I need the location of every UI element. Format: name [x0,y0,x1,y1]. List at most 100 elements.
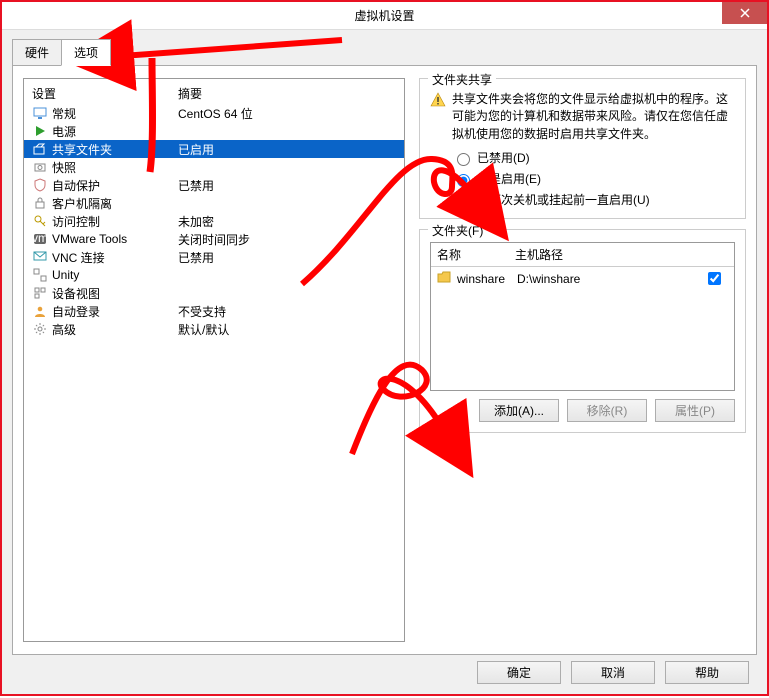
folders-col-name: 名称 [437,246,515,263]
row-name: 设备视图 [52,285,178,302]
client-area: 硬件 选项 设置 摘要 常规CentOS 64 位电源共享文件夹已启用快照自动保… [2,30,767,694]
row-name: Unity [52,268,178,282]
dialog-buttons: 确定 取消 帮助 [477,661,749,684]
radio-disabled-input[interactable] [457,153,470,166]
radio-disabled-label: 已禁用(D) [477,149,530,166]
folder-name: winshare [457,272,517,286]
folder-path: D:\winshare [517,272,704,286]
device-icon [32,286,48,300]
snapshot-icon [32,160,48,174]
titlebar: 虚拟机设置 [2,2,767,30]
list-row-monitor[interactable]: 常规CentOS 64 位 [24,104,404,122]
row-name: VNC 连接 [52,249,178,266]
warning-row: 共享文件夹会将您的文件显示给虚拟机中的程序。这可能为您的计算机和数据带来风险。请… [430,91,735,143]
list-row-key[interactable]: 访问控制未加密 [24,212,404,230]
shield-icon [32,178,48,192]
folders-col-path: 主机路径 [515,246,704,263]
radio-always-input[interactable] [457,174,470,187]
play-icon [32,124,48,138]
list-row-vm[interactable]: vm VMware Tools关闭时间同步 [24,230,404,248]
tab-options[interactable]: 选项 [61,39,111,66]
vm-icon: vm [32,232,48,246]
window-title: 虚拟机设置 [354,7,414,24]
row-name: 自动登录 [52,303,178,320]
cancel-button[interactable]: 取消 [571,661,655,684]
radio-always-label: 总是启用(E) [477,170,541,187]
settings-list: 设置 摘要 常规CentOS 64 位电源共享文件夹已启用快照自动保护已禁用客户… [23,78,405,642]
folders-buttons: 添加(A)... 移除(R) 属性(P) [430,399,735,422]
row-summary: CentOS 64 位 [178,105,396,122]
tab-strip: 硬件 选项 [12,39,757,66]
radio-until-label: 在下次关机或挂起前一直启用(U) [477,191,650,208]
warning-icon [430,91,446,143]
folder-row[interactable]: winshareD:\winshare [431,267,734,290]
folders-group: 文件夹(F) 名称 主机路径 winshareD:\winshare 添加(A)… [419,229,746,433]
list-row-user[interactable]: 自动登录不受支持 [24,302,404,320]
share-group-title: 文件夹共享 [428,71,496,88]
row-name: 访问控制 [52,213,178,230]
list-row-lock[interactable]: 客户机隔离 [24,194,404,212]
list-row-device[interactable]: 设备视图 [24,284,404,302]
folder-enabled[interactable] [704,269,728,288]
row-name: 电源 [52,123,178,140]
row-name: 快照 [52,159,178,176]
radio-until[interactable]: 在下次关机或挂起前一直启用(U) [452,191,735,208]
share-group: 文件夹共享 共享文件夹会将您的文件显示给虚拟机中的程序。这可能为您的计算机和数据… [419,78,746,219]
row-summary: 已启用 [178,141,396,158]
list-row-snapshot[interactable]: 快照 [24,158,404,176]
row-summary: 默认/默认 [178,321,396,338]
row-name: 客户机隔离 [52,195,178,212]
row-summary: 未加密 [178,213,396,230]
list-body: 常规CentOS 64 位电源共享文件夹已启用快照自动保护已禁用客户机隔离访问控… [24,104,404,641]
list-row-share[interactable]: 共享文件夹已启用 [24,140,404,158]
warning-text: 共享文件夹会将您的文件显示给虚拟机中的程序。这可能为您的计算机和数据带来风险。请… [452,91,735,143]
list-row-play[interactable]: 电源 [24,122,404,140]
lock-icon [32,196,48,210]
tab-hardware[interactable]: 硬件 [12,39,62,66]
gear-icon [32,322,48,336]
add-button[interactable]: 添加(A)... [479,399,559,422]
row-name: VMware Tools [52,232,178,246]
row-summary: 已禁用 [178,177,396,194]
list-row-vnc[interactable]: VNC 连接已禁用 [24,248,404,266]
svg-text:vm: vm [33,232,47,245]
folder-icon [437,270,453,287]
ok-button[interactable]: 确定 [477,661,561,684]
help-button[interactable]: 帮助 [665,661,749,684]
col-summary-header: 摘要 [178,85,396,102]
share-icon [32,142,48,156]
vm-settings-window: 虚拟机设置 硬件 选项 设置 摘要 常规CentOS 64 位电源共享文件夹已启… [0,0,769,696]
folders-list-header: 名称 主机路径 [431,243,734,267]
row-summary: 已禁用 [178,249,396,266]
row-name: 高级 [52,321,178,338]
col-setting-header: 设置 [32,85,178,102]
list-header: 设置 摘要 [24,79,404,104]
radio-until-input[interactable] [457,195,470,208]
radio-disabled[interactable]: 已禁用(D) [452,149,735,166]
row-summary: 关闭时间同步 [178,231,396,248]
row-name: 共享文件夹 [52,141,178,158]
row-summary: 不受支持 [178,303,396,320]
unity-icon [32,268,48,282]
list-row-gear[interactable]: 高级默认/默认 [24,320,404,338]
list-row-unity[interactable]: Unity [24,266,404,284]
list-row-shield[interactable]: 自动保护已禁用 [24,176,404,194]
folders-list: 名称 主机路径 winshareD:\winshare [430,242,735,391]
vnc-icon [32,250,48,264]
remove-button[interactable]: 移除(R) [567,399,647,422]
row-name: 自动保护 [52,177,178,194]
options-panel: 设置 摘要 常规CentOS 64 位电源共享文件夹已启用快照自动保护已禁用客户… [12,65,757,655]
user-icon [32,304,48,318]
close-button[interactable] [722,2,767,24]
detail-pane: 文件夹共享 共享文件夹会将您的文件显示给虚拟机中的程序。这可能为您的计算机和数据… [419,78,746,642]
properties-button[interactable]: 属性(P) [655,399,735,422]
folders-group-title: 文件夹(F) [428,222,487,239]
folder-checkbox[interactable] [708,272,721,285]
close-icon [740,8,750,18]
folders-body: winshareD:\winshare [431,267,734,290]
radio-group: 已禁用(D) 总是启用(E) 在下次关机或挂起前一直启用(U) [452,149,735,208]
key-icon [32,214,48,228]
row-name: 常规 [52,105,178,122]
monitor-icon [32,106,48,120]
radio-always[interactable]: 总是启用(E) [452,170,735,187]
